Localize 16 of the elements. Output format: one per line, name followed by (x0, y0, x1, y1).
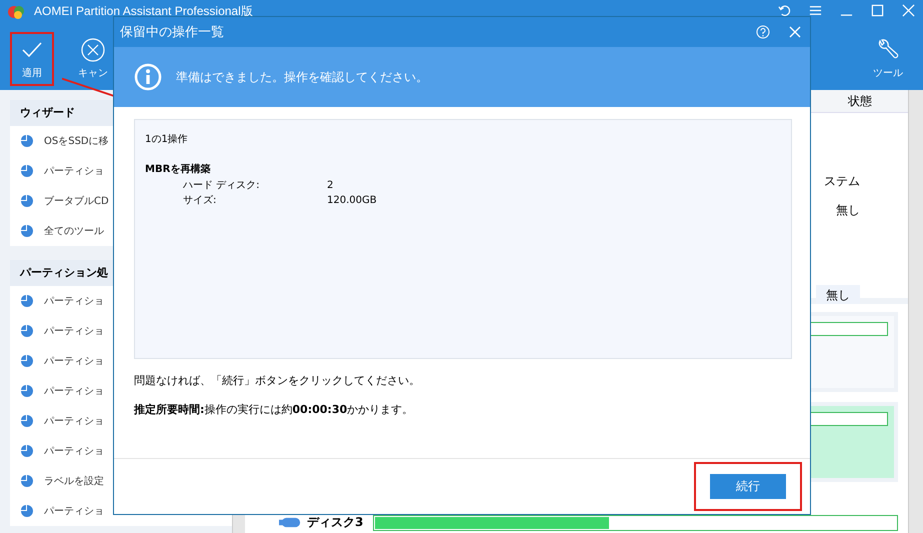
detail-label: サイズ: (183, 194, 218, 208)
dialog-title: 保留中の操作一覧 (120, 24, 224, 41)
detail-label: ハード ディスク: (183, 179, 261, 193)
window-title: AOMEI Partition Assistant Professional版 (34, 4, 253, 18)
table-cell: ステム (824, 173, 860, 190)
detail-value: 2 (327, 179, 334, 193)
estimate-text: 推定所要時間:操作の実行には約00:00:30かかります。 (134, 402, 414, 417)
operation-title: MBRを再構築 (145, 162, 212, 176)
banner-message: 準備はできました。操作を確認してください。 (176, 68, 428, 86)
instruction-text: 問題なければ、「続行」ボタンをクリックしてください。 (134, 373, 421, 388)
table-cell: 無し (836, 202, 860, 219)
table-cell: 無し (816, 285, 860, 306)
column-header: 状態 (848, 93, 872, 110)
disk-label: ディスク3 (307, 514, 364, 531)
detail-value: 120.00GB (327, 194, 377, 208)
operation-count: 1の1操作 (145, 133, 189, 146)
